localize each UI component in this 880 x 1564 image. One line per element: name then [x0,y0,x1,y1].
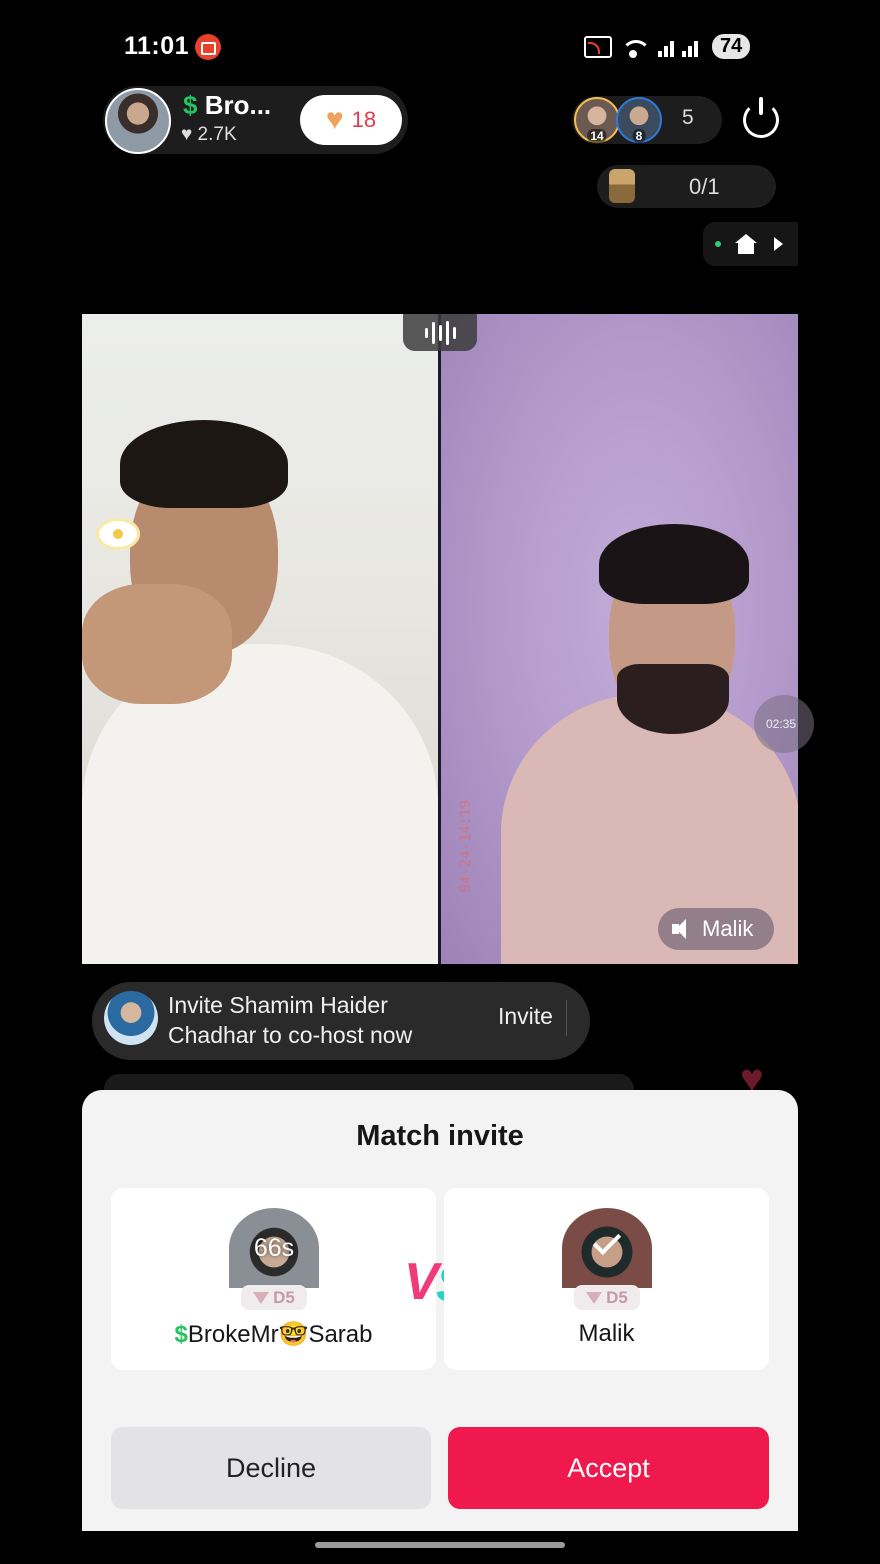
person-hair [599,524,749,604]
status-icons: 74 [584,34,751,59]
invite-divider [566,1000,567,1036]
home-indicator[interactable] [315,1542,565,1548]
live-dot-icon [715,241,721,247]
video-right[interactable] [441,314,798,964]
match-card-opponent: D5 Malik [444,1188,769,1370]
vs-v: V [404,1253,439,1311]
decline-button[interactable]: Decline [111,1427,431,1509]
person-beard [617,664,729,734]
player-name-text: BrokeMr🤓Sarab [187,1321,373,1348]
heart-icon: ♥ [740,1057,764,1101]
diamond-icon [253,1291,270,1304]
battery-indicator: 74 [712,34,751,59]
invite-message: Invite Shamim Haider Chadhar to co-host … [168,992,413,1048]
viewer-avatar[interactable]: 14 [574,97,620,143]
player-name: $BrokeMr🤓Sarab [111,1320,436,1349]
host-name: $ Bro... [183,90,271,121]
invite-button[interactable]: Invite [498,1003,553,1030]
mini-toolbar[interactable] [703,222,798,266]
host-avatar[interactable] [105,88,171,154]
audio-level-tab[interactable] [403,314,477,351]
accept-button[interactable]: Accept [448,1427,769,1509]
flower-icon [96,518,140,550]
viewer-list[interactable]: 14 8 5 [572,96,722,144]
cohost-user-icon [609,169,635,203]
level-badge: D5 [241,1285,307,1310]
level-text: D5 [273,1287,295,1307]
cohost-count: 0/1 [689,174,720,199]
person-hand [82,584,232,704]
level-text: D5 [606,1287,628,1307]
countdown-timer: 66s [253,1234,295,1262]
viewer-count: 5 [682,106,694,129]
play-icon[interactable] [774,237,783,251]
diamond-icon [586,1291,603,1304]
viewer-avatar[interactable]: 8 [616,97,662,143]
host-likes: ♥ 2.7K [181,124,237,145]
home-icon[interactable] [735,234,757,254]
video-left[interactable] [82,314,438,964]
viewer-rank: 14 [587,129,607,143]
viewer-rank: 8 [632,129,646,143]
power-icon[interactable] [743,97,779,138]
person-hair [120,420,288,508]
signal-icon [658,37,674,57]
signal-icon-2 [682,37,698,57]
like-button[interactable]: ♥ 18 [300,95,402,145]
speaker-label[interactable]: Malik [658,908,774,950]
heart-icon: ♥ [325,103,344,136]
status-time: 11:01 [124,32,190,60]
host-name-text: Bro... [204,90,272,120]
dollar-icon: $ [183,90,198,120]
speaker-icon [672,919,694,939]
record-icon [195,34,221,60]
cohost-slots[interactable]: 0/1 [597,165,776,208]
side-timer[interactable]: 02:35 [754,695,814,753]
level-badge: D5 [574,1285,640,1310]
avatar [562,1208,652,1288]
check-icon [592,1226,622,1256]
invite-user-avatar [104,991,158,1045]
player-name: Malik [578,1320,635,1347]
speaker-name: Malik [702,916,754,941]
match-card-self: 66s D5 $BrokeMr🤓Sarab [111,1188,436,1370]
avatar: 66s [229,1208,319,1288]
dollar-icon: $ [174,1321,188,1348]
like-count: 18 [351,107,377,132]
video-timestamp: 04-24-14:19 [458,800,474,893]
wifi-icon [620,36,650,58]
cast-icon [584,35,612,58]
sheet-title: Match invite [356,1120,524,1152]
